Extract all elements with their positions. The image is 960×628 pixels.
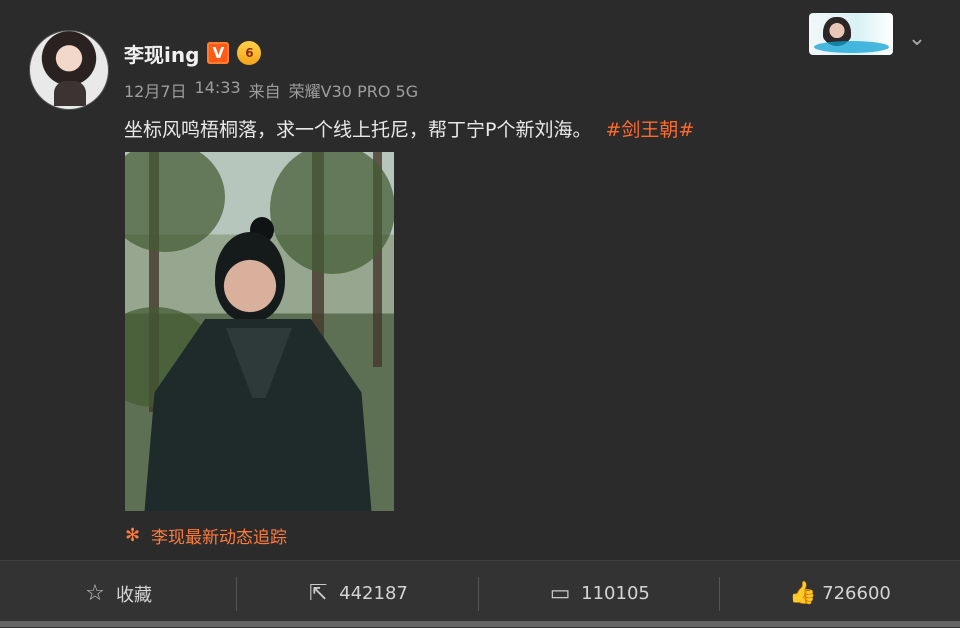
tracking-link[interactable]: ✻ 李现最新动态追踪 xyxy=(125,523,287,548)
post-header: 李现ing V 6 xyxy=(124,39,262,68)
source-label: 来自 xyxy=(248,82,281,101)
avatar[interactable] xyxy=(29,30,109,110)
like-icon: 👍 xyxy=(789,581,817,606)
favorite-button[interactable]: ☆ 收藏 xyxy=(0,561,235,626)
chevron-down-icon[interactable]: ⌄ xyxy=(906,26,928,51)
post-body: 坐标风鸣梧桐落，求一个线上托尼，帮丁宁P个新刘海。 xyxy=(124,119,592,141)
post-image[interactable] xyxy=(125,152,394,511)
like-count: 726600 xyxy=(822,583,891,604)
post-meta: 12月7日 14:33 来自 荣耀V30 PRO 5G xyxy=(124,78,418,102)
share-button[interactable]: ⇱ 442187 xyxy=(237,561,477,626)
favorite-label: 收藏 xyxy=(116,584,152,606)
vip-badge: V xyxy=(207,42,230,64)
comment-icon: ▭ xyxy=(549,581,571,606)
comment-button[interactable]: ▭ 110105 xyxy=(479,561,719,626)
post-time: 14:33 xyxy=(194,78,241,97)
post-date: 12月7日 xyxy=(124,82,187,101)
like-button[interactable]: 👍 726600 xyxy=(720,561,960,626)
foliage xyxy=(270,152,394,274)
star-icon: ☆ xyxy=(85,581,105,606)
top-right-avatar[interactable] xyxy=(809,13,893,55)
bottom-strip xyxy=(0,621,960,627)
device-label: 荣耀V30 PRO 5G xyxy=(288,82,419,101)
hashtag-link[interactable]: #剑王朝# xyxy=(605,119,694,141)
level-badge: 6 xyxy=(237,41,262,65)
foliage xyxy=(125,152,225,252)
comment-count: 110105 xyxy=(581,583,650,604)
post-text: 坐标风鸣梧桐落，求一个线上托尼，帮丁宁P个新刘海。 #剑王朝# xyxy=(124,115,694,142)
weibo-post: 李现ing V 6 12月7日 14:33 来自 荣耀V30 PRO 5G 坐标… xyxy=(0,0,960,560)
share-count: 442187 xyxy=(339,583,408,604)
post-actions: ☆ 收藏 ⇱ 442187 ▭ 110105 👍 726600 xyxy=(0,560,960,628)
username[interactable]: 李现ing xyxy=(124,39,199,68)
tracking-label: 李现最新动态追踪 xyxy=(151,528,287,548)
share-icon: ⇱ xyxy=(308,581,328,606)
person-head xyxy=(215,232,285,322)
flower-icon: ✻ xyxy=(125,524,141,546)
